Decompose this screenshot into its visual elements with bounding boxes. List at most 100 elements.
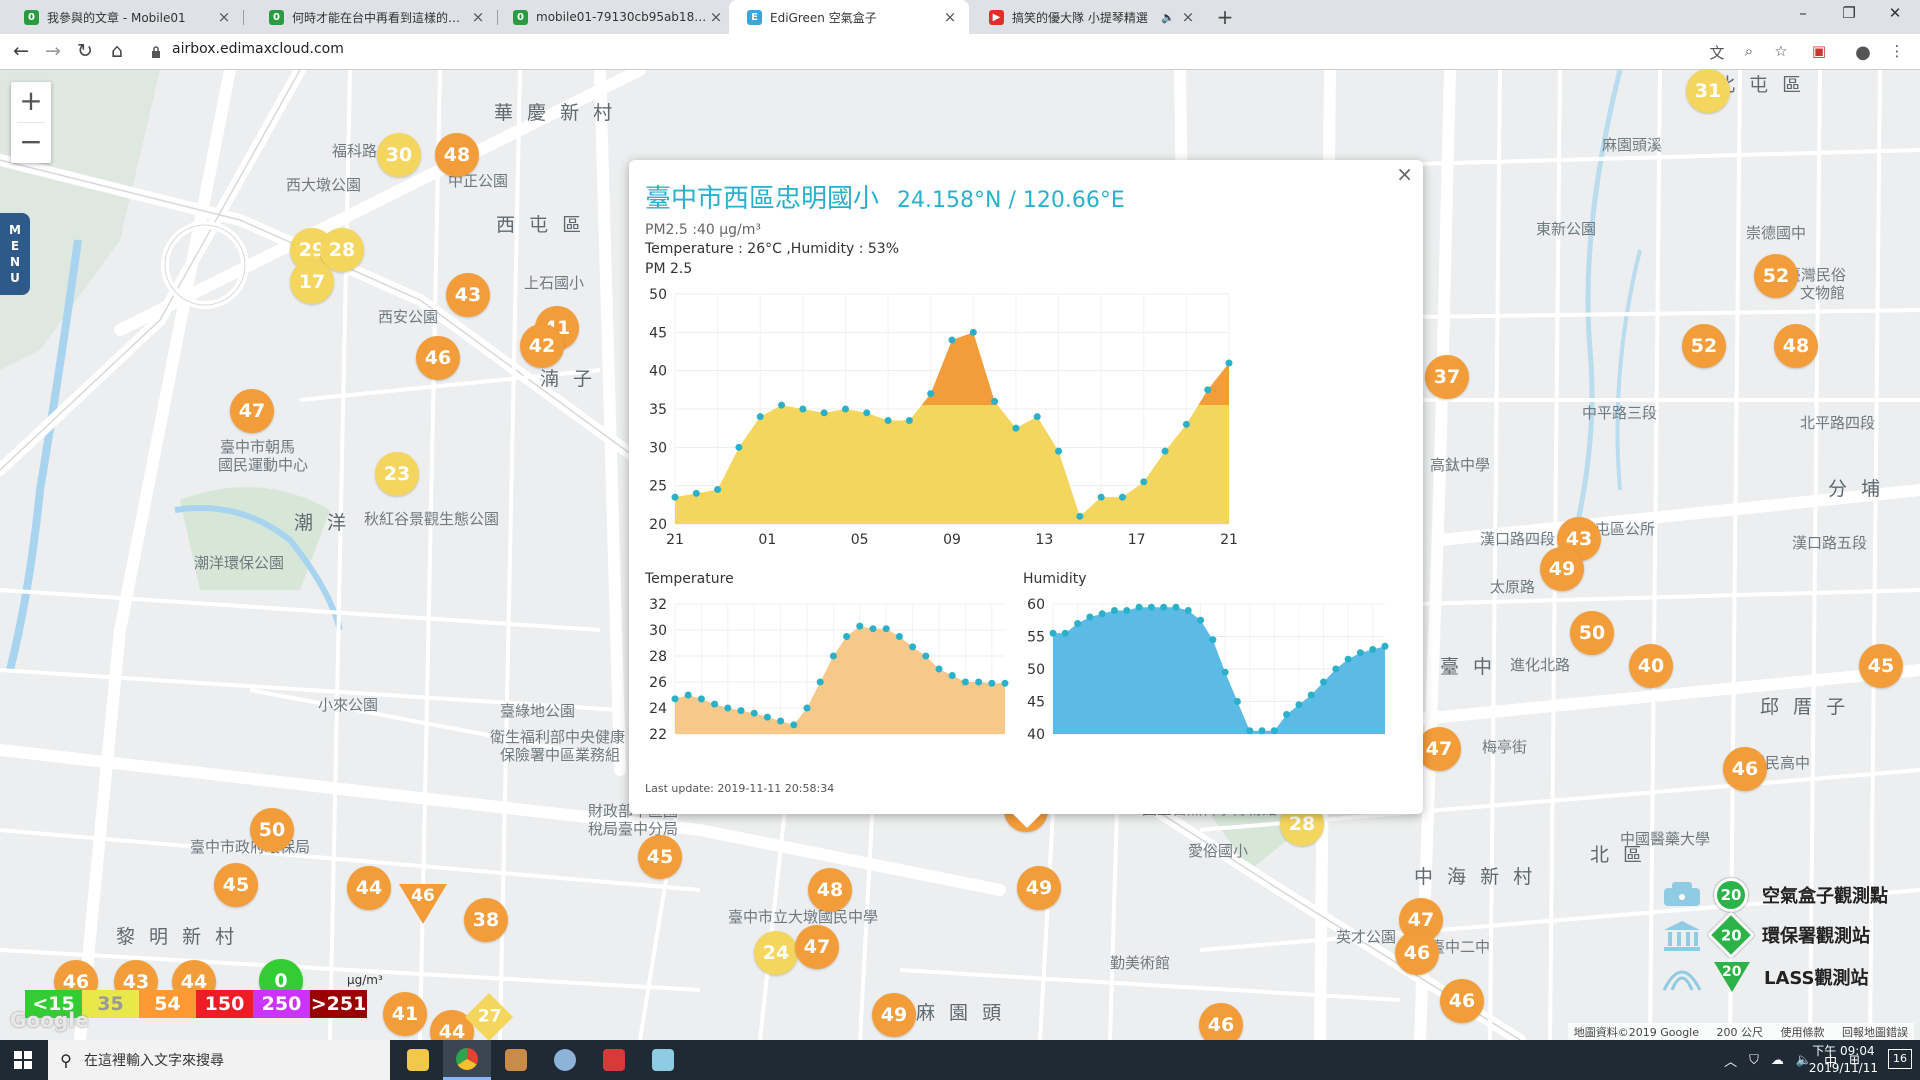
forward-arrow-icon[interactable]: → bbox=[40, 40, 66, 62]
airbox-marker[interactable]: 52 bbox=[1754, 254, 1798, 298]
data-point[interactable] bbox=[777, 717, 785, 725]
data-point[interactable] bbox=[1369, 646, 1377, 653]
airbox-marker[interactable]: 47 bbox=[1417, 727, 1461, 771]
tab-close-icon[interactable]: × bbox=[469, 8, 487, 26]
windows-start-icon[interactable] bbox=[14, 1051, 32, 1069]
data-point[interactable] bbox=[905, 417, 913, 424]
airbox-marker[interactable]: 48 bbox=[808, 868, 852, 912]
data-point[interactable] bbox=[1307, 691, 1315, 699]
data-point[interactable] bbox=[671, 493, 679, 501]
tab-close-icon[interactable]: × bbox=[707, 8, 725, 26]
new-tab-button[interactable]: + bbox=[1212, 5, 1238, 29]
data-point[interactable] bbox=[820, 409, 828, 417]
airbox-marker[interactable]: 46 bbox=[1723, 747, 1767, 791]
data-point[interactable] bbox=[697, 695, 705, 703]
side-menu-button[interactable]: M E N U bbox=[0, 213, 30, 295]
tab-close-icon[interactable]: × bbox=[941, 8, 959, 26]
browser-tab[interactable]: E EdiGreen 空氣盒子 × bbox=[729, 0, 969, 34]
taskbar-search[interactable]: ⚲ 在這裡輸入文字來搜尋 bbox=[48, 1040, 390, 1080]
data-point[interactable] bbox=[1283, 711, 1291, 718]
data-point[interactable] bbox=[1118, 493, 1126, 501]
data-point[interactable] bbox=[969, 328, 977, 336]
data-point[interactable] bbox=[1258, 727, 1266, 735]
data-point[interactable] bbox=[684, 691, 692, 699]
taskbar-app-5[interactable] bbox=[590, 1040, 638, 1080]
data-point[interactable] bbox=[1076, 512, 1084, 520]
data-point[interactable] bbox=[714, 486, 722, 493]
data-point[interactable] bbox=[869, 625, 877, 633]
data-point[interactable] bbox=[1295, 701, 1303, 709]
data-point[interactable] bbox=[1147, 603, 1155, 611]
data-point[interactable] bbox=[1074, 620, 1082, 627]
airbox-marker[interactable]: 31 bbox=[1686, 70, 1730, 113]
data-point[interactable] bbox=[1204, 386, 1212, 394]
airbox-marker[interactable]: 50 bbox=[250, 808, 294, 852]
data-point[interactable] bbox=[991, 397, 999, 405]
browser-tab[interactable]: 0 我參與的文章 - Mobile01 × bbox=[6, 0, 243, 34]
data-point[interactable] bbox=[1246, 727, 1254, 735]
data-point[interactable] bbox=[863, 409, 871, 417]
browser-tab[interactable]: 0 mobile01-79130cb95ab1808b × bbox=[495, 0, 735, 34]
data-point[interactable] bbox=[1061, 629, 1069, 637]
data-point[interactable] bbox=[1182, 420, 1190, 428]
zoom-out-button[interactable]: − bbox=[11, 123, 51, 163]
data-point[interactable] bbox=[671, 695, 679, 703]
data-point[interactable] bbox=[961, 678, 969, 686]
data-point[interactable] bbox=[1233, 698, 1241, 705]
data-point[interactable] bbox=[988, 679, 996, 687]
restore-icon[interactable]: ❐ bbox=[1834, 4, 1864, 22]
tray-icon[interactable]: ⛉ bbox=[1749, 1053, 1759, 1068]
data-point[interactable] bbox=[1160, 603, 1168, 611]
airbox-marker[interactable]: 47 bbox=[795, 925, 839, 969]
data-point[interactable] bbox=[948, 336, 956, 344]
data-point[interactable] bbox=[1320, 678, 1328, 686]
data-point[interactable] bbox=[735, 443, 743, 451]
data-point[interactable] bbox=[1097, 493, 1105, 501]
data-point[interactable] bbox=[1172, 603, 1180, 611]
data-point[interactable] bbox=[763, 713, 771, 721]
data-point[interactable] bbox=[1012, 424, 1020, 432]
airbox-marker[interactable]: 40 bbox=[1629, 644, 1673, 688]
data-point[interactable] bbox=[1356, 649, 1364, 657]
airbox-marker[interactable]: 43 bbox=[446, 273, 490, 317]
data-point[interactable] bbox=[1110, 607, 1118, 614]
airbox-marker[interactable]: 49 bbox=[872, 993, 916, 1037]
extension-icon[interactable]: ▣ bbox=[1808, 42, 1830, 60]
airbox-marker[interactable]: 46 bbox=[416, 336, 460, 380]
airbox-marker[interactable]: 17 bbox=[290, 260, 334, 304]
data-point[interactable] bbox=[711, 700, 719, 708]
data-point[interactable] bbox=[1140, 478, 1148, 486]
airbox-marker[interactable]: 44 bbox=[347, 866, 391, 910]
data-point[interactable] bbox=[884, 417, 892, 424]
data-point[interactable] bbox=[948, 672, 956, 679]
data-point[interactable] bbox=[856, 622, 864, 630]
airbox-marker[interactable]: 24 bbox=[754, 931, 798, 975]
data-point[interactable] bbox=[756, 413, 764, 421]
data-point[interactable] bbox=[1135, 603, 1143, 611]
kebab-menu-icon[interactable]: ⋮ bbox=[1886, 42, 1908, 60]
airbox-marker[interactable]: 30 bbox=[377, 133, 421, 177]
airbox-marker[interactable]: 23 bbox=[375, 452, 419, 496]
airbox-marker[interactable]: 48 bbox=[435, 133, 479, 177]
data-point[interactable] bbox=[841, 405, 849, 413]
airbox-marker[interactable]: 48 bbox=[1774, 324, 1818, 368]
airbox-marker[interactable]: 37 bbox=[1425, 355, 1469, 399]
airbox-marker[interactable]: 41 bbox=[383, 992, 427, 1036]
data-point[interactable] bbox=[935, 665, 943, 673]
data-point[interactable] bbox=[1086, 613, 1094, 621]
data-point[interactable] bbox=[1184, 607, 1192, 614]
airbox-marker[interactable]: 46 bbox=[1395, 931, 1439, 975]
data-point[interactable] bbox=[803, 704, 811, 712]
terms-link[interactable]: 使用條款 bbox=[1781, 1026, 1825, 1039]
airbox-marker[interactable]: 45 bbox=[638, 835, 682, 879]
translate-icon[interactable]: 文 bbox=[1706, 42, 1728, 63]
data-point[interactable] bbox=[737, 707, 745, 715]
data-point[interactable] bbox=[790, 721, 798, 729]
data-point[interactable] bbox=[1197, 616, 1205, 624]
data-point[interactable] bbox=[1332, 665, 1340, 673]
data-point[interactable] bbox=[843, 633, 851, 640]
lass-station-marker[interactable]: 46 bbox=[399, 884, 447, 924]
tab-close-icon[interactable]: × bbox=[215, 8, 233, 26]
tab-close-icon[interactable]: × bbox=[1179, 8, 1197, 26]
taskbar-app-3[interactable] bbox=[492, 1040, 540, 1080]
